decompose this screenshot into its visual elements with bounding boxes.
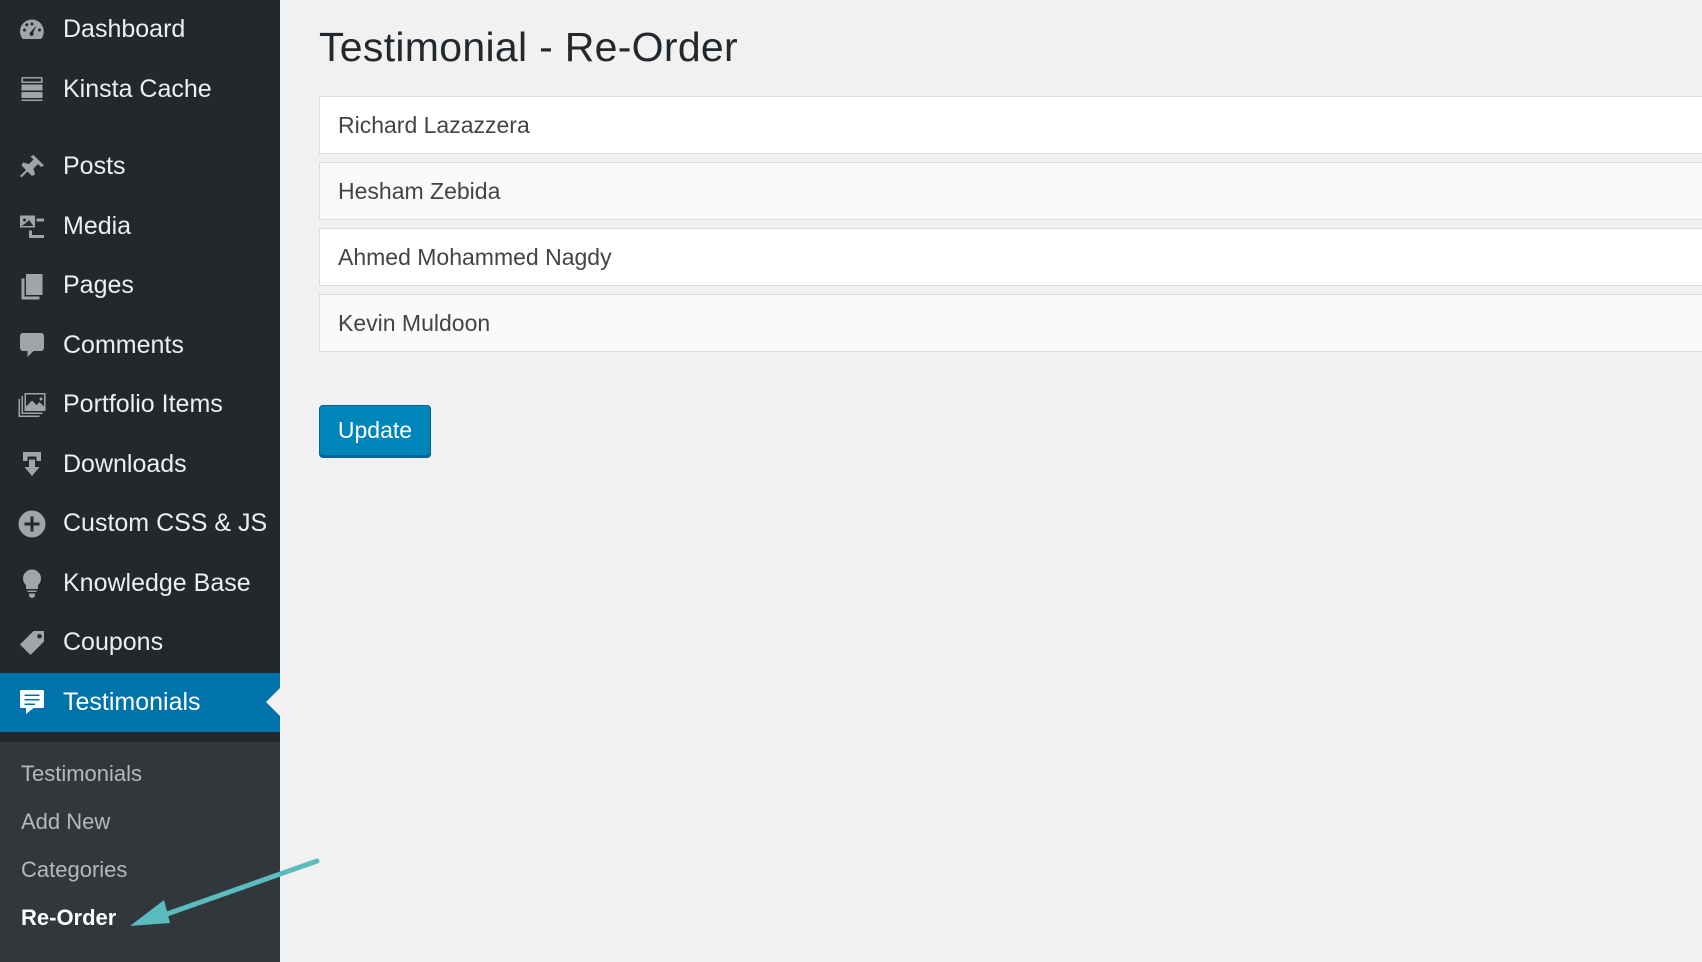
testimonials-submenu: Testimonials Add New Categories Re-Order [0, 742, 280, 962]
menu-item-knowledge-base[interactable]: Knowledge Base [0, 554, 280, 614]
submenu-item-testimonials[interactable]: Testimonials [0, 750, 280, 798]
menu-item-downloads[interactable]: Downloads [0, 435, 280, 495]
menu-item-label: Portfolio Items [63, 390, 223, 419]
menu-item-label: Comments [63, 330, 184, 359]
sortable-item[interactable]: Kevin Muldoon [319, 294, 1702, 352]
menu-item-label: Posts [63, 152, 126, 181]
menu-item-testimonials[interactable]: Testimonials [0, 672, 280, 732]
portfolio-icon [16, 389, 48, 421]
menu-item-dashboard[interactable]: Dashboard [0, 0, 280, 60]
menu-item-portfolio-items[interactable]: Portfolio Items [0, 375, 280, 435]
pages-icon [16, 270, 48, 302]
page-title: Testimonial - Re-Order [319, 24, 738, 70]
submenu-item-add-new[interactable]: Add New [0, 798, 280, 846]
menu-item-custom-css-js[interactable]: Custom CSS & JS [0, 494, 280, 554]
plus-circle-icon [16, 508, 48, 540]
menu-item-coupons[interactable]: Coupons [0, 613, 280, 673]
submenu-item-re-order[interactable]: Re-Order [0, 894, 280, 942]
lightbulb-icon [16, 567, 48, 599]
menu-item-kinsta-cache[interactable]: Kinsta Cache [0, 60, 280, 120]
menu-item-label: Pages [63, 271, 134, 300]
menu-separator [0, 119, 280, 137]
menu-item-label: Kinsta Cache [63, 74, 212, 103]
menu-item-label: Coupons [63, 628, 164, 657]
menu-item-pages[interactable]: Pages [0, 256, 280, 316]
submenu-item-categories[interactable]: Categories [0, 846, 280, 894]
admin-sidebar: Dashboard Kinsta Cache Posts Media Pages… [0, 0, 280, 962]
menu-item-label: Knowledge Base [63, 568, 251, 597]
menu-item-label: Custom CSS & JS [63, 509, 268, 538]
menu-item-label: Testimonials [63, 687, 201, 716]
download-icon [16, 448, 48, 480]
menu-item-label: Downloads [63, 449, 187, 478]
main-content: Testimonial - Re-Order Richard Lazazzera… [319, 0, 1702, 962]
reorder-list: Richard Lazazzera Hesham Zebida Ahmed Mo… [319, 96, 1702, 360]
sortable-item[interactable]: Hesham Zebida [319, 162, 1702, 220]
dashboard-icon [16, 14, 48, 46]
menu-item-comments[interactable]: Comments [0, 316, 280, 376]
media-icon [16, 210, 48, 242]
tag-icon [16, 627, 48, 659]
comment-icon [16, 329, 48, 361]
menu-item-label: Dashboard [63, 15, 186, 44]
pushpin-icon [16, 151, 48, 183]
sortable-item[interactable]: Richard Lazazzera [319, 96, 1702, 154]
server-icon [16, 73, 48, 105]
menu-item-posts[interactable]: Posts [0, 137, 280, 197]
testimonial-icon [16, 686, 48, 718]
sortable-item[interactable]: Ahmed Mohammed Nagdy [319, 228, 1702, 286]
menu-item-label: Media [63, 211, 132, 240]
update-button[interactable]: Update [319, 405, 431, 456]
menu-item-media[interactable]: Media [0, 197, 280, 257]
admin-menu: Dashboard Kinsta Cache Posts Media Pages… [0, 0, 280, 732]
